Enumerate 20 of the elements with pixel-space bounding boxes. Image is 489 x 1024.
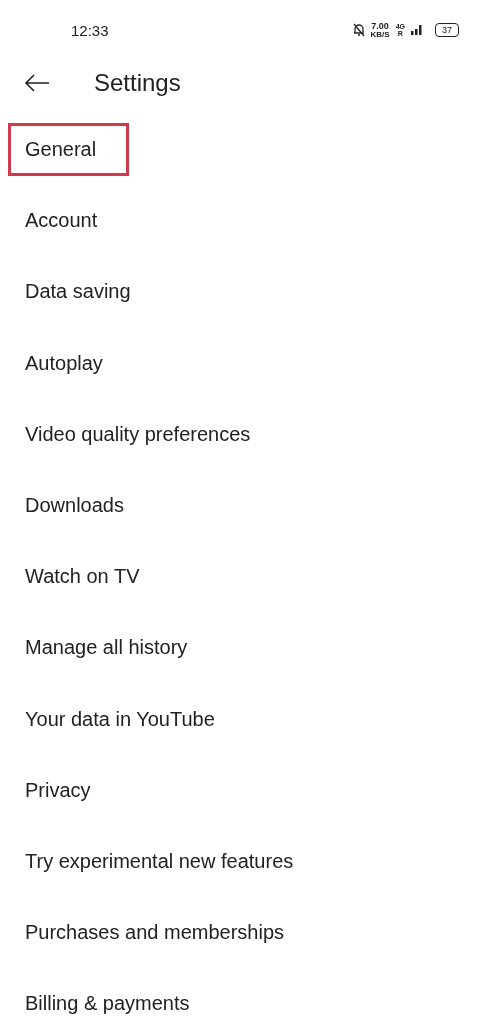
settings-item[interactable]: Privacy xyxy=(8,763,108,817)
settings-item[interactable]: Your data in YouTube xyxy=(8,692,232,746)
signal-icon xyxy=(411,25,423,35)
network-speed: 7.00 xyxy=(371,21,389,31)
settings-item[interactable]: Downloads xyxy=(8,479,141,533)
settings-item[interactable]: Watch on TV xyxy=(8,550,157,604)
settings-item[interactable]: Try experimental new features xyxy=(8,834,311,888)
page-title: Settings xyxy=(94,69,181,97)
settings-item[interactable]: Purchases and memberships xyxy=(8,906,301,960)
settings-item[interactable]: Account xyxy=(8,194,115,248)
bell-off-icon xyxy=(352,23,365,37)
speed-unit: KB/S xyxy=(370,30,390,39)
settings-item[interactable]: Manage all history xyxy=(8,621,205,675)
settings-item[interactable]: Billing & payments xyxy=(8,977,207,1024)
settings-item[interactable]: General xyxy=(8,123,130,177)
settings-item[interactable]: Video quality preferences xyxy=(8,407,268,461)
status-time: 12:33 xyxy=(71,21,109,39)
settings-item[interactable]: Autoplay xyxy=(8,336,120,390)
battery-level: 37 xyxy=(435,23,459,37)
settings-item[interactable]: Data saving xyxy=(8,265,148,319)
